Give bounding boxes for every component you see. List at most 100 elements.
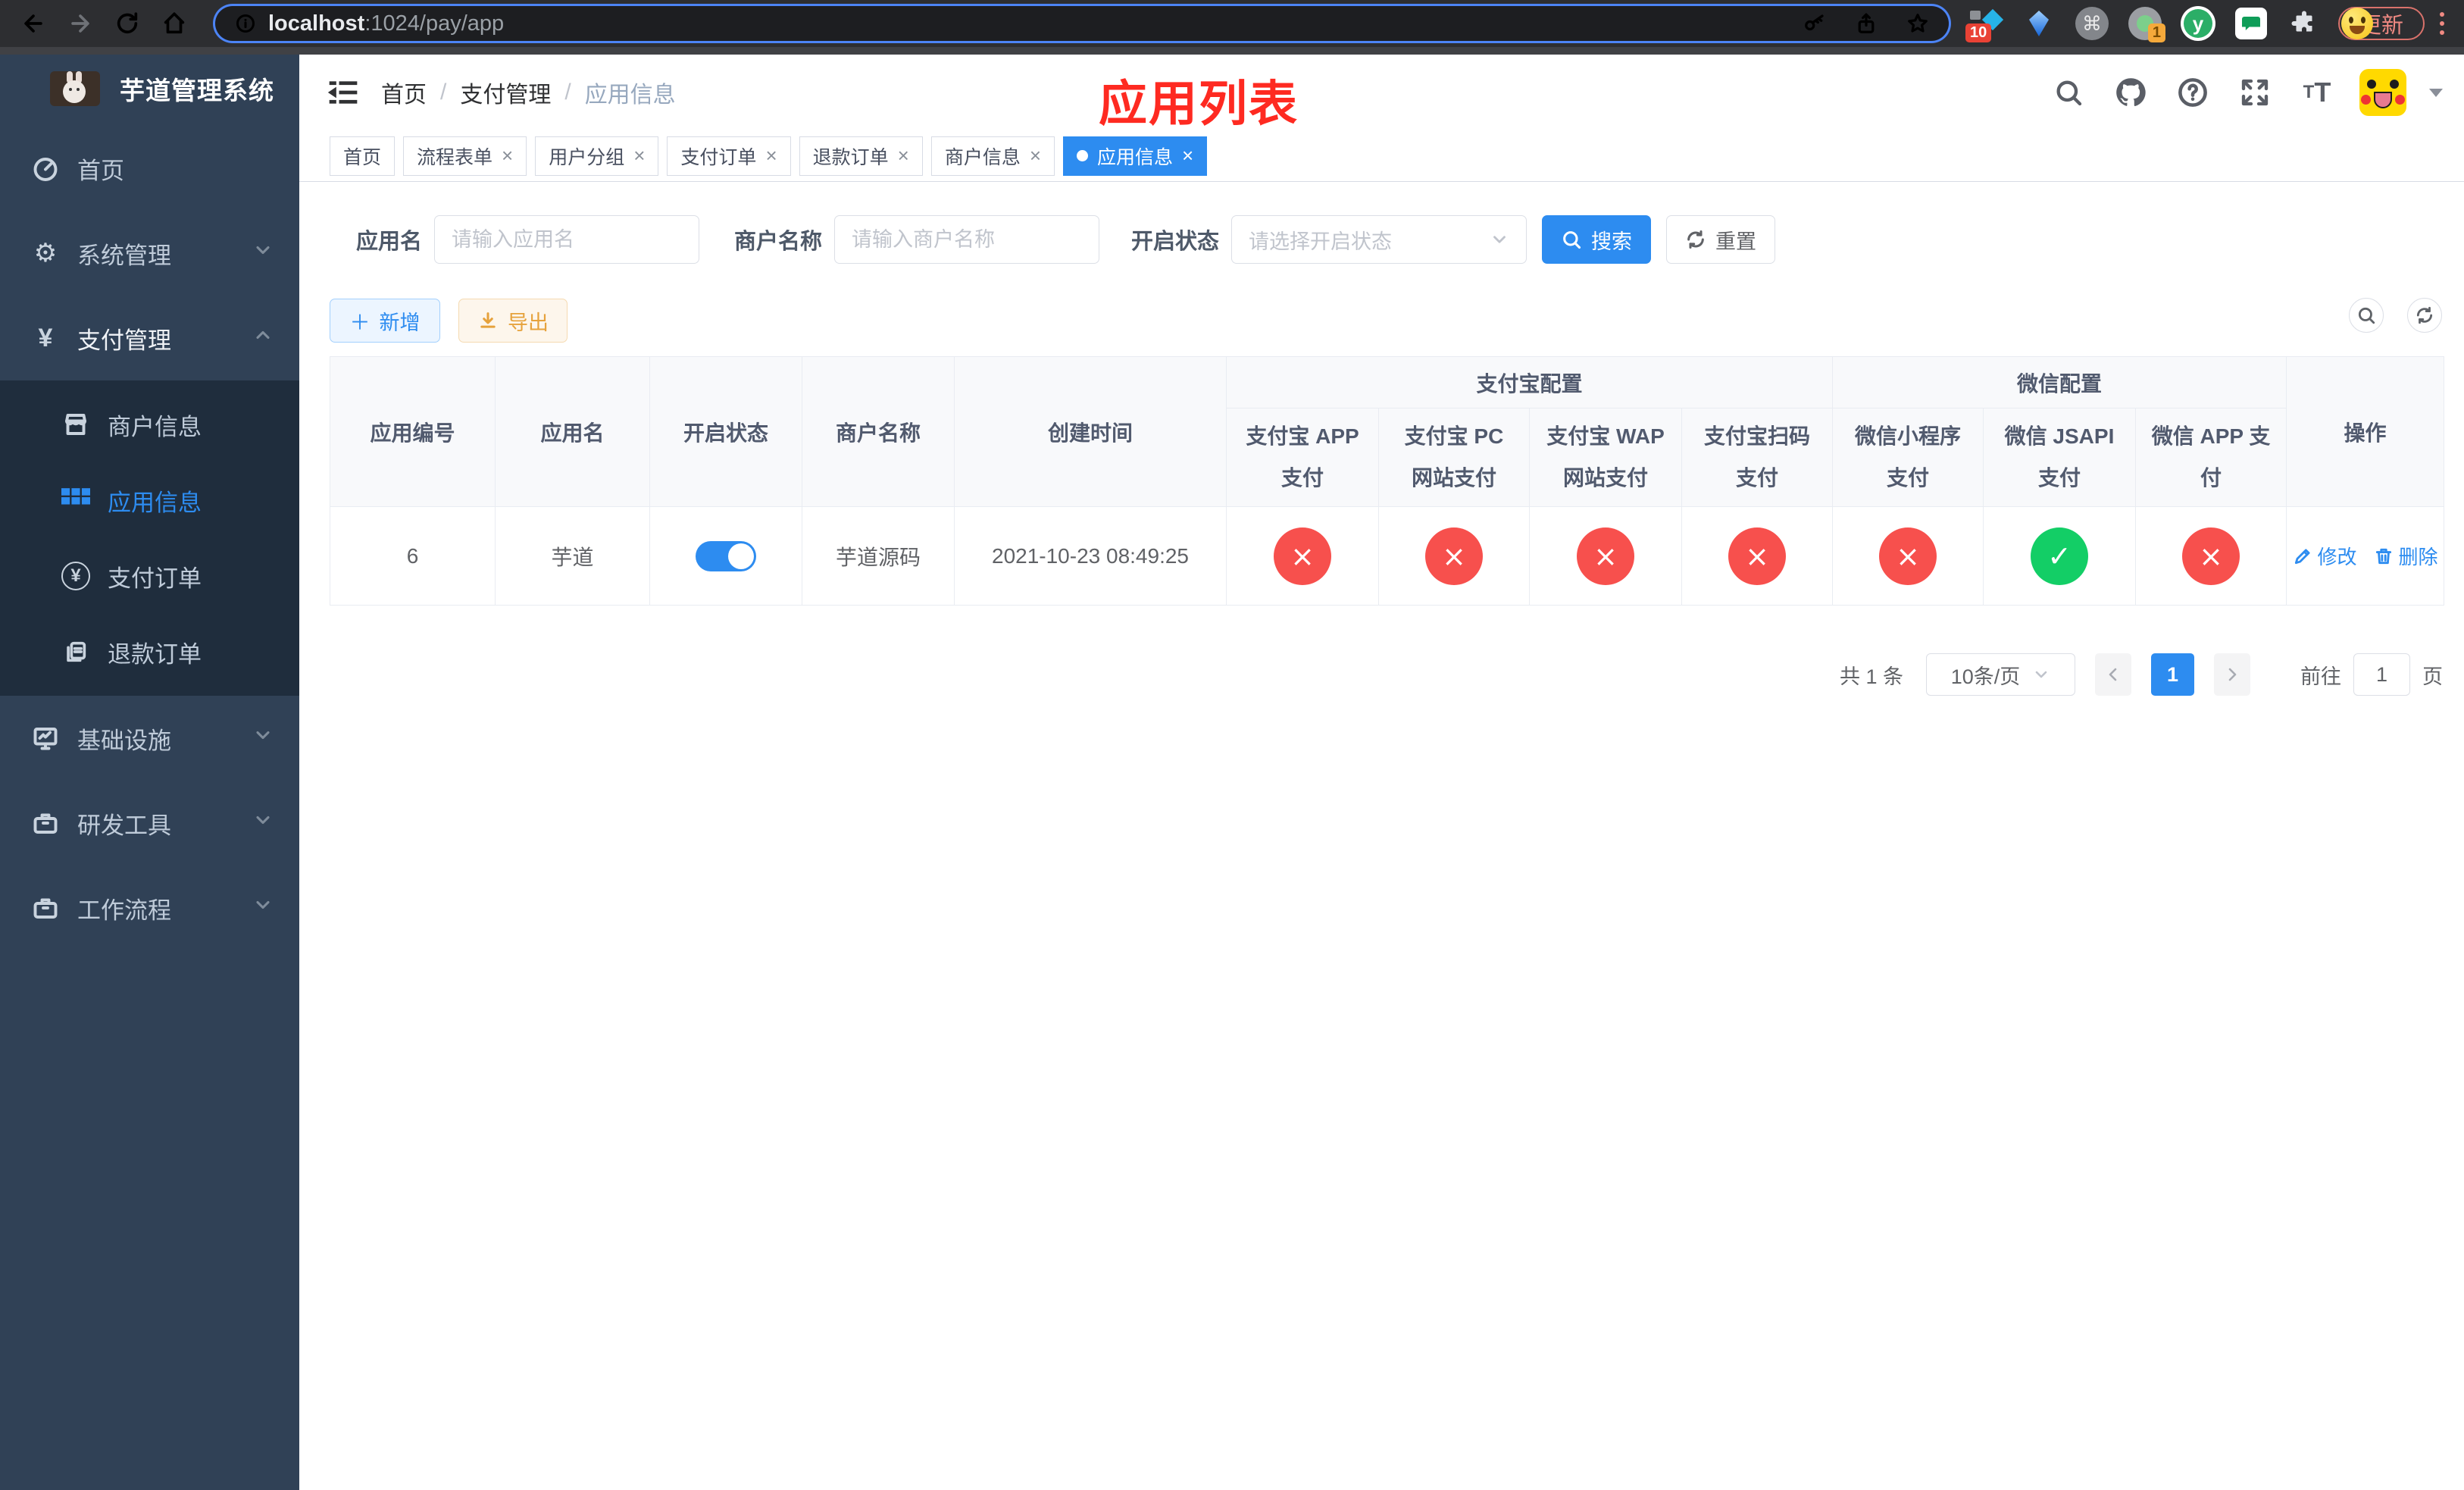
toggle-search-button[interactable] — [2349, 298, 2384, 333]
sidebar-collapse-button[interactable] — [322, 71, 364, 114]
dashboard-icon — [30, 155, 61, 182]
next-page-button[interactable] — [2214, 653, 2250, 696]
close-icon[interactable]: × — [502, 144, 513, 167]
delete-button[interactable]: 删除 — [2374, 542, 2438, 570]
chevron-down-icon — [252, 809, 274, 837]
search-icon — [1563, 231, 1581, 249]
cell-merchant: 芋道源码 — [802, 506, 955, 606]
forward-arrow-icon — [71, 14, 89, 33]
col-wechat-jsapi: 微信 JSAPI 支付 — [1983, 408, 2137, 507]
sidebar: 芋道管理系统 首页 ⚙ 系统管理 ¥ 支付管理 商户信息 应用信息 ¥ 支付订单… — [0, 55, 299, 1490]
add-button[interactable]: ＋ 新增 — [330, 299, 440, 343]
refresh-table-button[interactable] — [2407, 298, 2442, 333]
chevron-left-icon — [2109, 668, 2117, 681]
address-bar[interactable]: localhost:1024/pay/app — [215, 6, 1949, 41]
header-search-icon[interactable] — [2049, 73, 2088, 112]
sidebar-item-home[interactable]: 首页 — [0, 126, 299, 211]
browser-forward-button[interactable] — [62, 5, 98, 42]
prev-page-button[interactable] — [2095, 653, 2131, 696]
fullscreen-icon[interactable] — [2235, 73, 2275, 112]
sidebar-item-dev-tools[interactable]: 研发工具 — [0, 781, 299, 866]
wechat-mini-status-icon: × — [1879, 527, 1937, 585]
browser-menu-icon[interactable] — [2432, 6, 2452, 41]
user-avatar[interactable] — [2359, 69, 2406, 116]
group-alipay: 支付宝配置 — [1225, 356, 1834, 408]
chevron-down-icon — [252, 725, 274, 752]
home-icon — [164, 12, 185, 34]
close-icon[interactable]: × — [1182, 144, 1193, 167]
tab-app-info[interactable]: 应用信息 × — [1063, 136, 1208, 176]
tab-user-group[interactable]: 用户分组 × — [535, 136, 659, 176]
export-button[interactable]: 导出 — [458, 299, 568, 343]
sidebar-item-refund-order[interactable]: 退款订单 — [0, 614, 299, 690]
total-count: 共 1 条 — [1839, 665, 1903, 688]
close-icon[interactable]: × — [633, 144, 645, 167]
wechat-jsapi-status-icon: ✓ — [2031, 527, 2089, 585]
sidebar-item-payment[interactable]: ¥ 支付管理 — [0, 296, 299, 380]
profile-avatar-emoji[interactable] — [2340, 6, 2375, 41]
status-select[interactable]: 请选择开启状态 — [1231, 215, 1527, 264]
extension-chat-icon[interactable] — [2234, 6, 2269, 41]
sidebar-item-pay-order[interactable]: ¥ 支付订单 — [0, 538, 299, 614]
sidebar-item-infrastructure[interactable]: 基础设施 — [0, 696, 299, 781]
url-text: localhost:1024/pay/app — [268, 11, 505, 36]
help-icon[interactable] — [2173, 73, 2212, 112]
chevron-down-icon — [1493, 236, 1506, 243]
sidebar-item-app-info[interactable]: 应用信息 — [0, 462, 299, 538]
active-dot — [1077, 150, 1089, 161]
toolbox-icon — [30, 809, 61, 837]
edit-button[interactable]: 修改 — [2293, 542, 2357, 570]
font-size-icon[interactable]: TT — [2297, 73, 2337, 112]
extension-sortly-icon[interactable]: 10 — [1965, 6, 2004, 42]
github-icon[interactable] — [2111, 73, 2150, 112]
tab-merchant-info[interactable]: 商户信息 × — [930, 136, 1055, 176]
refresh-icon — [1687, 230, 1704, 249]
cell-created: 2021-10-23 08:49:25 — [954, 506, 1227, 606]
yen-circle-icon: ¥ — [59, 562, 92, 590]
tab-process-form[interactable]: 流程表单 × — [403, 136, 527, 176]
avatar-caret-icon[interactable] — [2429, 88, 2443, 97]
close-icon[interactable]: × — [898, 144, 909, 167]
search-icon — [2358, 307, 2375, 324]
close-icon[interactable]: × — [1030, 144, 1041, 167]
goto-page-input[interactable] — [2353, 653, 2410, 696]
pagination: 共 1 条 10条/页 1 前往 页 — [1840, 652, 2443, 697]
sidebar-item-merchant-info[interactable]: 商户信息 — [0, 387, 299, 462]
wechat-app-status-icon: × — [2182, 527, 2240, 585]
extensions-menu-icon[interactable] — [2287, 6, 2322, 41]
search-button[interactable]: 搜索 — [1542, 215, 1652, 264]
alipay-pc-status-icon: × — [1425, 527, 1483, 585]
col-alipay-pc: 支付宝 PC 网站支付 — [1378, 408, 1530, 507]
extension-yuque-icon[interactable]: y — [2181, 6, 2215, 41]
share-icon[interactable] — [1855, 12, 1878, 35]
extension-command-icon[interactable]: ⌘ — [2075, 6, 2109, 41]
sidebar-item-system[interactable]: ⚙ 系统管理 — [0, 211, 299, 296]
browser-back-button[interactable] — [15, 5, 52, 42]
browser-home-button[interactable] — [156, 5, 192, 42]
tab-pay-order[interactable]: 支付订单 × — [667, 136, 791, 176]
app-logo[interactable]: 芋道管理系统 — [0, 55, 299, 123]
status-toggle[interactable] — [696, 540, 756, 571]
tab-refund-order[interactable]: 退款订单 × — [799, 136, 923, 176]
extension-balloon-icon[interactable] — [2022, 6, 2056, 41]
logo-avatar — [50, 71, 100, 106]
page-number-button[interactable]: 1 — [2151, 653, 2194, 696]
app-name-input[interactable] — [434, 215, 700, 264]
cell-app-name: 芋道 — [495, 506, 650, 606]
page-size-select[interactable]: 10条/页 — [1926, 653, 2075, 696]
breadcrumb-payment[interactable]: 支付管理 — [460, 76, 551, 109]
breadcrumb-home[interactable]: 首页 — [381, 76, 427, 109]
close-icon[interactable]: × — [765, 144, 777, 167]
alipay-wap-status-icon: × — [1577, 527, 1634, 585]
status-label: 开启状态 — [1131, 230, 1220, 254]
tab-home[interactable]: 首页 — [330, 136, 396, 176]
extension-recorder-icon[interactable]: 1 — [2128, 6, 2165, 42]
sidebar-item-workflow[interactable]: 工作流程 — [0, 866, 299, 950]
reset-button[interactable]: 重置 — [1666, 215, 1776, 264]
back-arrow-icon — [24, 14, 42, 33]
bookmark-star-icon[interactable] — [1906, 12, 1929, 35]
merchant-name-input[interactable] — [834, 215, 1100, 264]
browser-reload-button[interactable] — [109, 5, 145, 42]
password-key-icon[interactable] — [1803, 12, 1826, 35]
col-status: 开启状态 — [649, 356, 802, 507]
